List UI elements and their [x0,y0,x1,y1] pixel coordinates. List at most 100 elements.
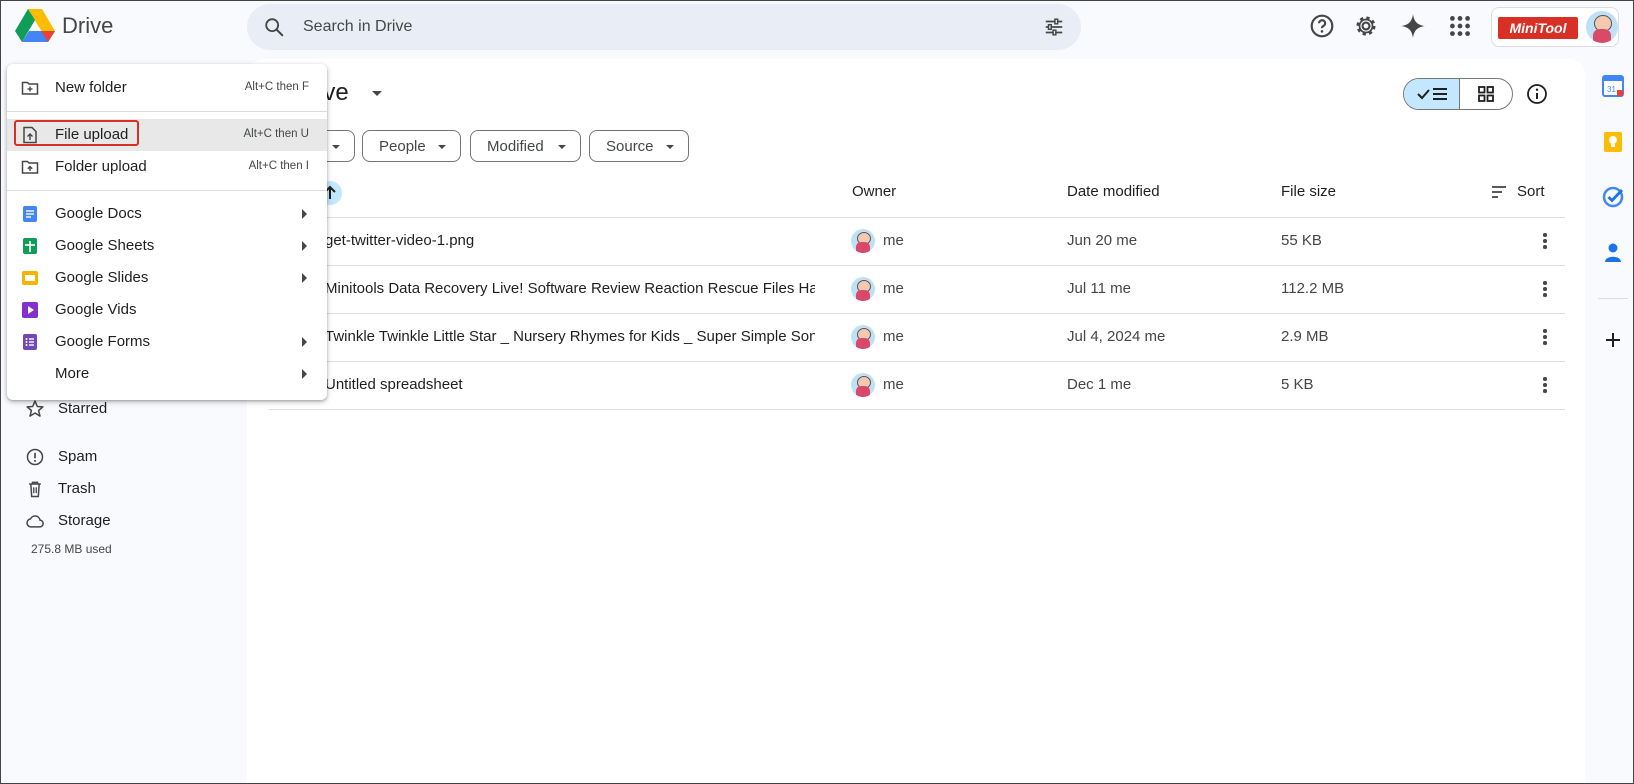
owner-avatar [851,325,875,349]
column-header-file-size[interactable]: File size [1281,183,1336,200]
search-icon[interactable] [263,16,285,38]
file-owner: me [883,376,904,393]
file-date: Jul 4, 2024 me [1067,328,1166,345]
owner-avatar [851,277,875,301]
column-header-owner[interactable]: Owner [852,183,896,200]
star-icon [26,400,44,417]
table-row[interactable]: Minitools Data Recovery Live! Software R… [269,266,1565,313]
list-view-button[interactable] [1404,79,1459,109]
new-menu: New folder Alt+C then F File upload Alt+… [7,64,327,400]
chevron-right-icon [302,241,307,251]
file-name: Twinkle Twinkle Little Star _ Nursery Rh… [325,328,815,345]
search-bar[interactable] [247,4,1081,50]
apps-grid-icon[interactable] [1447,13,1473,39]
checked-list-icon [1417,88,1447,100]
file-size: 55 KB [1281,232,1322,249]
menu-item-label: Google Vids [55,301,137,318]
docs-icon [23,206,37,222]
file-date: Jun 20 me [1067,232,1138,249]
chevron-down-icon [558,145,566,149]
trash-icon [29,481,41,498]
menu-item-label: Google Forms [55,333,151,350]
settings-gear-icon[interactable] [1353,13,1379,39]
drive-logo-icon[interactable] [15,7,55,43]
sidebar-item-spam[interactable]: Spam [23,443,233,471]
new-folder-icon [21,81,39,95]
main-content-panel [247,59,1585,783]
menu-item-google-slides[interactable]: Google Slides [7,262,327,294]
search-options-icon[interactable] [1043,16,1065,38]
menu-item-shortcut: Alt+C then U [243,128,309,140]
file-owner: me [883,232,904,249]
sort-button[interactable]: Sort [1491,179,1561,207]
add-icon[interactable] [1602,329,1624,351]
tasks-icon[interactable] [1602,186,1624,208]
menu-item-more[interactable]: More [7,358,327,390]
table-row[interactable]: get-twitter-video-1.png me Jun 20 me 55 … [269,218,1565,265]
sidebar-item-trash[interactable]: Trash [23,475,233,503]
more-actions-icon[interactable] [1533,325,1557,349]
more-actions-icon[interactable] [1533,277,1557,301]
info-icon[interactable] [1525,82,1549,106]
calendar-day: 31 [1607,85,1616,94]
calendar-icon[interactable]: 31 [1602,75,1624,97]
table-row[interactable]: Twinkle Twinkle Little Star _ Nursery Rh… [269,314,1565,361]
owner-avatar [851,373,875,397]
menu-item-label: Google Sheets [55,237,155,254]
file-owner: me [883,280,904,297]
menu-item-google-sheets[interactable]: Google Sheets [7,230,327,262]
account-avatar[interactable] [1586,11,1618,43]
spam-icon [26,448,44,466]
vids-icon [22,302,38,318]
chevron-down-icon [666,145,674,149]
grid-icon [1478,86,1494,102]
gemini-sparkle-icon[interactable] [1400,13,1426,39]
folder-upload-icon [21,160,39,174]
file-size: 2.9 MB [1281,328,1329,345]
sort-label: Sort [1517,183,1545,200]
file-size: 112.2 MB [1281,280,1345,297]
chevron-right-icon [302,209,307,219]
file-date: Dec 1 me [1067,376,1132,393]
chip-label: People [379,138,426,155]
help-icon[interactable] [1309,13,1335,39]
sidebar-item-label: Spam [58,448,98,465]
side-panel-rail [1585,59,1633,783]
keep-icon[interactable] [1602,131,1624,153]
file-date: Jul 11 me [1067,280,1131,297]
view-toggle[interactable] [1403,78,1513,110]
storage-used-text: 275.8 MB used [31,542,112,556]
more-actions-icon[interactable] [1533,229,1557,253]
chevron-down-icon [438,145,446,149]
modified-filter-chip[interactable]: Modified [470,130,581,162]
divider [7,111,327,112]
search-input[interactable] [303,4,1003,50]
sort-lines-icon [1492,186,1506,198]
menu-item-google-vids[interactable]: Google Vids [7,294,327,326]
sidebar-item-storage[interactable]: Storage [23,507,233,535]
menu-item-new-folder[interactable]: New folder Alt+C then F [7,72,327,104]
highlight-box [14,120,139,146]
owner-avatar [851,229,875,253]
menu-item-google-docs[interactable]: Google Docs [7,198,327,230]
contacts-icon[interactable] [1602,241,1624,263]
file-name: get-twitter-video-1.png [325,232,475,249]
more-actions-icon[interactable] [1533,373,1557,397]
file-size: 5 KB [1281,376,1314,393]
menu-item-folder-upload[interactable]: Folder upload Alt+C then I [7,151,327,183]
divider [7,190,327,191]
chevron-right-icon [302,337,307,347]
menu-item-google-forms[interactable]: Google Forms [7,326,327,358]
slides-icon [22,271,38,285]
column-header-date-modified[interactable]: Date modified [1067,183,1160,200]
app-name[interactable]: Drive [62,13,113,39]
table-row[interactable]: Untitled spreadsheet me Dec 1 me 5 KB [269,362,1565,409]
grid-view-button[interactable] [1459,79,1512,109]
title-dropdown-icon[interactable] [372,91,382,96]
source-filter-chip[interactable]: Source [589,130,689,162]
divider [1598,298,1628,299]
people-filter-chip[interactable]: People [362,130,461,162]
chip-label: Source [606,138,654,155]
sidebar-item-label: Trash [58,480,96,497]
chevron-right-icon [302,273,307,283]
